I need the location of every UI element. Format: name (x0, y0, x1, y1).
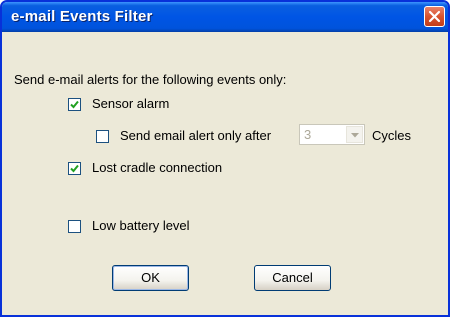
cancel-button[interactable]: Cancel (254, 265, 331, 291)
dialog-title: e-mail Events Filter (11, 8, 153, 25)
cycles-dropdown[interactable]: 3 (299, 124, 365, 145)
cycles-label: Cycles (372, 128, 412, 143)
dialog-window: e-mail Events Filter Send e-mail alerts … (0, 0, 450, 317)
cycles-value: 3 (304, 127, 312, 142)
chevron-down-icon (351, 133, 359, 138)
intro-text: Send e-mail alerts for the following eve… (14, 72, 287, 87)
check-icon (70, 100, 79, 109)
close-icon (428, 10, 441, 23)
ok-button[interactable]: OK (112, 265, 189, 291)
check-icon (70, 164, 79, 173)
sensor-alarm-checkbox[interactable] (68, 98, 81, 111)
title-bar[interactable]: e-mail Events Filter (2, 2, 448, 32)
low-battery-checkbox[interactable] (68, 220, 81, 233)
send-after-label[interactable]: Send email alert only after (120, 128, 271, 143)
lost-cradle-label[interactable]: Lost cradle connection (92, 160, 222, 175)
dropdown-button[interactable] (346, 126, 363, 143)
low-battery-label[interactable]: Low battery level (92, 218, 190, 233)
send-after-checkbox[interactable] (96, 130, 109, 143)
close-button[interactable] (424, 6, 445, 27)
sensor-alarm-label[interactable]: Sensor alarm (92, 96, 169, 111)
lost-cradle-checkbox[interactable] (68, 162, 81, 175)
